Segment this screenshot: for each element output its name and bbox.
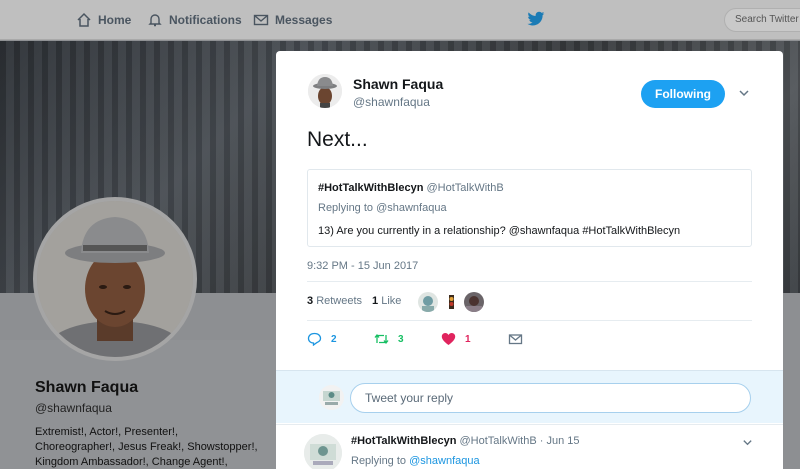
- nav-home[interactable]: Home: [76, 12, 131, 28]
- author-avatar[interactable]: [308, 74, 342, 108]
- search-input[interactable]: Search Twitter: [724, 8, 800, 32]
- divider: [307, 320, 752, 321]
- liker-avatar-image: [464, 292, 484, 312]
- nav-home-label: Home: [98, 13, 132, 27]
- home-icon: [77, 12, 91, 27]
- chevron-down-icon[interactable]: [742, 437, 753, 448]
- message-action[interactable]: [508, 332, 575, 346]
- retweet-icon: [374, 333, 389, 345]
- divider: [307, 281, 752, 282]
- profile-avatar[interactable]: [33, 197, 197, 361]
- reply-author-avatar-image: [304, 434, 342, 469]
- retweets-count: 3: [307, 295, 314, 307]
- heart-icon: [441, 333, 456, 345]
- quoted-text: 13) Are you currently in a relationship?…: [318, 225, 681, 237]
- tweet-modal: Shawn Faqua @shawnfaqua Following Next..…: [276, 51, 783, 469]
- retweets-label: Retweets: [316, 295, 363, 307]
- tweet-stats: 3 Retweets 1 Like: [307, 295, 401, 307]
- retweets-stat[interactable]: 3 Retweets: [307, 295, 362, 307]
- liker-avatar[interactable]: [441, 292, 461, 312]
- bio-line: Kingdom Ambassador!, Change Agent!,: [35, 456, 228, 468]
- reply-author-name[interactable]: #HotTalkWithBlecyn: [351, 435, 456, 447]
- quoted-replying-to: Replying to @shawnfaqua: [318, 202, 447, 214]
- top-nav: Home Notifications Messages Search Twitt…: [0, 0, 800, 40]
- likes-label: Like: [381, 295, 402, 307]
- avatar-image: [37, 201, 193, 357]
- bio-line: Choreographer!, Jesus Freak!, Showstoppe…: [35, 441, 258, 453]
- reply-author-meta: @HotTalkWithB · Jun 15: [459, 435, 580, 447]
- tweet-text: Next...: [307, 128, 368, 151]
- user-avatar: [319, 385, 344, 410]
- tweet-timestamp[interactable]: 9:32 PM - 15 Jun 2017: [307, 260, 418, 272]
- author-name[interactable]: Shawn Faqua: [353, 76, 443, 92]
- likes-count: 1: [372, 295, 379, 307]
- reply-composer: Tweet your reply: [276, 370, 783, 423]
- bio-line: Extremist!, Actor!, Presenter!,: [35, 426, 179, 438]
- user-avatar-image: [319, 385, 344, 410]
- like-count: 1: [465, 333, 471, 345]
- chevron-down-icon[interactable]: [738, 87, 750, 99]
- nav-messages-label: Messages: [275, 13, 333, 27]
- reply-count: 2: [331, 333, 337, 345]
- likes-stat[interactable]: 1 Like: [372, 295, 401, 307]
- replying-prefix: Replying to: [351, 455, 407, 467]
- reply-tweet[interactable]: #HotTalkWithBlecyn @HotTalkWithB · Jun 1…: [276, 424, 783, 469]
- quoted-tweet[interactable]: #HotTalkWithBlecyn @HotTalkWithB Replyin…: [307, 169, 752, 247]
- reply-author: #HotTalkWithBlecyn @HotTalkWithB · Jun 1…: [351, 435, 580, 447]
- profile-handle: @shawnfaqua: [35, 401, 112, 415]
- quoted-author: #HotTalkWithBlecyn @HotTalkWithB: [318, 182, 504, 194]
- following-button[interactable]: Following: [641, 80, 725, 108]
- reply-replying-to: Replying to @shawnfaqua: [351, 455, 480, 467]
- reply-input[interactable]: Tweet your reply: [350, 383, 751, 413]
- liker-avatar[interactable]: [464, 292, 484, 312]
- profile-bio: Extremist!, Actor!, Presenter!, Choreogr…: [35, 425, 270, 469]
- author-handle[interactable]: @shawnfaqua: [353, 95, 430, 109]
- liker-avatar[interactable]: [418, 292, 438, 312]
- nav-notifications[interactable]: Notifications: [147, 12, 242, 28]
- author-avatar-image: [308, 74, 342, 108]
- reply-author-avatar[interactable]: [304, 434, 342, 469]
- nav-notifications-label: Notifications: [169, 13, 242, 27]
- retweet-action[interactable]: 3: [374, 332, 441, 346]
- tweet-actions: 2 3 1: [307, 332, 575, 346]
- profile-name: Shawn Faqua: [35, 379, 139, 396]
- nav-messages[interactable]: Messages: [253, 12, 332, 28]
- quoted-author-name: #HotTalkWithBlecyn: [318, 182, 424, 194]
- reply-action[interactable]: 2: [307, 332, 374, 346]
- twitter-bird-icon[interactable]: [527, 11, 545, 27]
- reply-icon: [307, 332, 322, 346]
- bell-icon: [148, 14, 162, 27]
- envelope-icon: [508, 334, 523, 345]
- quoted-author-handle: @HotTalkWithB: [426, 182, 504, 194]
- like-action[interactable]: 1: [441, 332, 508, 346]
- retweet-count: 3: [398, 333, 404, 345]
- liker-avatar-image: [418, 292, 438, 312]
- envelope-icon: [253, 14, 269, 26]
- replying-handle-link[interactable]: @shawnfaqua: [409, 455, 480, 467]
- liker-avatar-image: [441, 292, 461, 312]
